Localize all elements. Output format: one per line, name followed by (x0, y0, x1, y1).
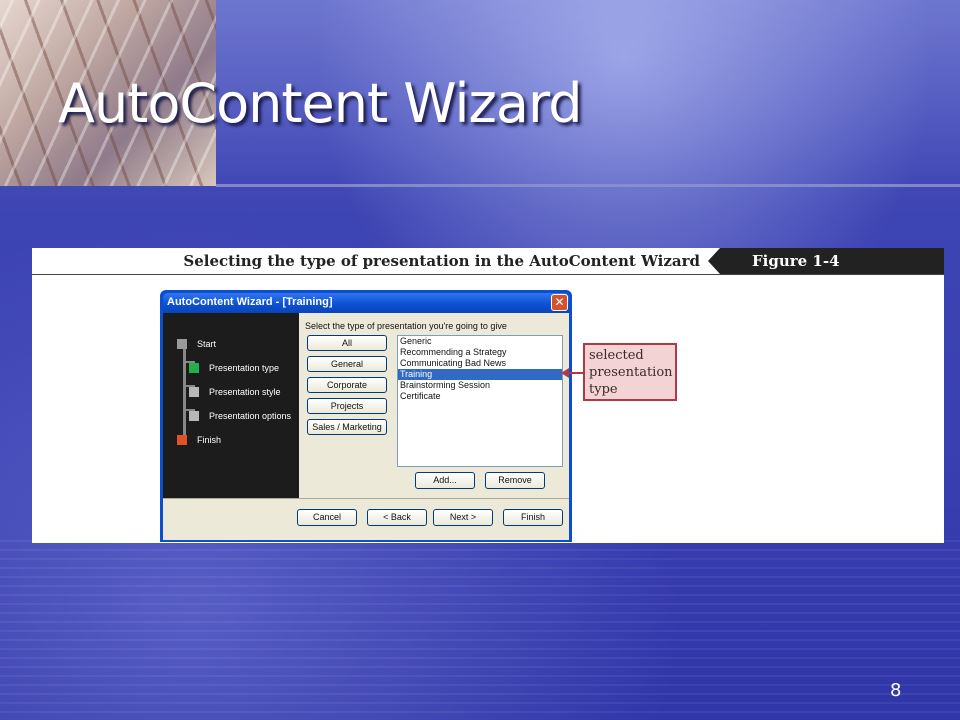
slide-title: AutoContent Wizard (58, 72, 582, 135)
list-item[interactable]: Certificate (398, 391, 562, 402)
dialog-title: AutoContent Wizard - [Training] (167, 296, 333, 308)
list-item[interactable]: Communicating Bad News (398, 358, 562, 369)
figure-caption: Selecting the type of presentation in th… (183, 252, 700, 270)
callout-line-2: presentation (589, 365, 673, 380)
category-button-sales-marketing[interactable]: Sales / Marketing (307, 419, 387, 435)
category-button-all[interactable]: All (307, 335, 387, 351)
step-presentation-type-marker (189, 363, 199, 373)
presentation-type-prompt: Select the type of presentation you're g… (305, 321, 507, 331)
list-item[interactable]: Brainstorming Session (398, 380, 562, 391)
add-button[interactable]: Add... (415, 472, 475, 489)
step-finish-marker (177, 435, 187, 445)
callout-connector (566, 372, 583, 374)
step-label: Start (197, 339, 217, 349)
step-label: Presentation type (209, 363, 280, 373)
list-item[interactable]: Recommending a Strategy (398, 347, 562, 358)
autocontent-wizard-dialog: AutoContent Wizard - [Training] ✕ Start … (160, 290, 572, 542)
category-button-projects[interactable]: Projects (307, 398, 387, 414)
figure-panel: Selecting the type of presentation in th… (32, 248, 944, 543)
step-presentation-style-marker (189, 387, 199, 397)
dialog-titlebar[interactable]: AutoContent Wizard - [Training] ✕ (163, 293, 569, 313)
dialog-body: Start Presentation type Presentation sty… (163, 313, 569, 540)
category-button-corporate[interactable]: Corporate (307, 377, 387, 393)
step-presentation-options-marker (189, 411, 199, 421)
presentation-type-panel: Select the type of presentation you're g… (299, 313, 569, 498)
dialog-footer: Cancel < Back Next > Finish (163, 498, 569, 540)
step-label: Finish (197, 435, 222, 445)
figure-header: Selecting the type of presentation in th… (32, 248, 944, 275)
category-button-general[interactable]: General (307, 356, 387, 372)
list-item[interactable]: Generic (398, 336, 562, 347)
close-icon[interactable]: ✕ (551, 294, 568, 311)
callout-line-3: type (589, 382, 618, 397)
page-number: 8 (890, 680, 902, 701)
step-label: Presentation style (209, 387, 281, 397)
step-start-marker (177, 339, 187, 349)
wizard-steps-panel: Start Presentation type Presentation sty… (163, 313, 299, 498)
presentation-type-list[interactable]: Generic Recommending a Strategy Communic… (397, 335, 563, 467)
list-item[interactable]: Training (398, 369, 562, 380)
finish-button[interactable]: Finish (503, 509, 563, 526)
step-label: Presentation options (209, 411, 292, 421)
callout-selected-type: selected presentation type (583, 343, 677, 401)
remove-button[interactable]: Remove (485, 472, 545, 489)
steps-connector-line (183, 343, 186, 439)
figure-label: Figure 1-4 (752, 252, 840, 270)
next-button[interactable]: Next > (433, 509, 493, 526)
water-background (0, 540, 960, 720)
cancel-button[interactable]: Cancel (297, 509, 357, 526)
title-divider (216, 184, 960, 187)
back-button[interactable]: < Back (367, 509, 427, 526)
callout-line-1: selected (589, 348, 644, 363)
